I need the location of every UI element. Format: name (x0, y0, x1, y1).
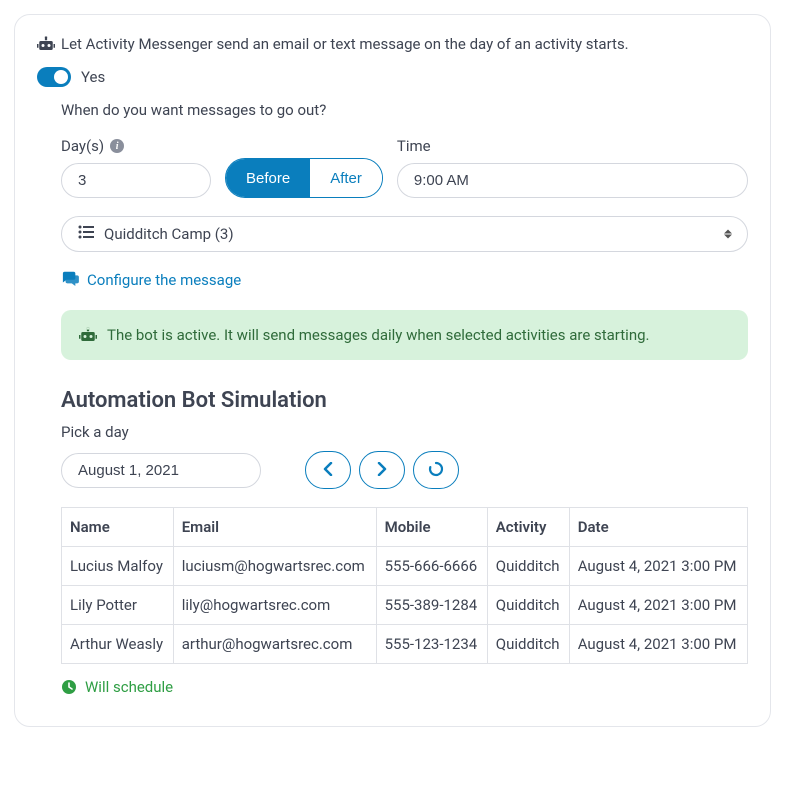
configure-link-text: Configure the message (87, 271, 241, 289)
table-row: Lily Potter lily@hogwartsrec.com 555-389… (62, 586, 748, 625)
robot-icon (37, 36, 55, 52)
sim-nav-group (305, 451, 459, 489)
after-button[interactable]: After (310, 159, 382, 197)
cell-mobile: 555-389-1284 (376, 586, 487, 625)
cell-activity: Quidditch (487, 547, 569, 586)
robot-icon (79, 327, 97, 343)
th-mobile: Mobile (376, 508, 487, 547)
time-field: Time (397, 137, 748, 198)
cell-date: August 4, 2021 3:00 PM (569, 547, 747, 586)
before-button[interactable]: Before (226, 159, 310, 197)
time-input[interactable] (397, 163, 748, 198)
table-row: Arthur Weasly arthur@hogwartsrec.com 555… (62, 625, 748, 664)
intro-line: Let Activity Messenger send an email or … (37, 35, 748, 53)
cell-mobile: 555-666-6666 (376, 547, 487, 586)
chevron-right-icon (377, 462, 387, 479)
refresh-icon (428, 461, 444, 480)
toggle-label: Yes (81, 68, 105, 86)
chevron-left-icon (323, 462, 333, 479)
pick-day-label: Pick a day (61, 423, 748, 441)
settings-card: Let Activity Messenger send an email or … (14, 14, 771, 727)
days-label: Day(s) i (61, 137, 211, 155)
bot-active-alert: The bot is active. It will send messages… (61, 310, 748, 360)
activity-select-value: Quidditch Camp (3) (104, 225, 234, 243)
before-after-segmented: Before After (225, 158, 383, 198)
intro-text: Let Activity Messenger send an email or … (61, 35, 629, 53)
cell-email: luciusm@hogwartsrec.com (173, 547, 376, 586)
days-input[interactable] (61, 163, 211, 198)
simulation-table: Name Email Mobile Activity Date Lucius M… (61, 507, 748, 664)
cell-mobile: 555-123-1234 (376, 625, 487, 664)
days-field: Day(s) i (61, 137, 211, 198)
table-header-row: Name Email Mobile Activity Date (62, 508, 748, 547)
th-date: Date (569, 508, 747, 547)
alert-text: The bot is active. It will send messages… (107, 326, 649, 344)
cell-name: Lily Potter (62, 586, 174, 625)
cell-activity: Quidditch (487, 625, 569, 664)
cell-name: Arthur Weasly (62, 625, 174, 664)
status-text: Will schedule (85, 678, 173, 696)
toggle-row: Yes (37, 67, 748, 87)
cell-name: Lucius Malfoy (62, 547, 174, 586)
activity-select-row: Quidditch Camp (3) (61, 216, 748, 252)
cell-email: lily@hogwartsrec.com (173, 586, 376, 625)
simulation-title: Automation Bot Simulation (61, 388, 748, 413)
configure-message-link[interactable]: Configure the message (61, 270, 748, 290)
prev-button[interactable] (305, 451, 351, 489)
cell-email: arthur@hogwartsrec.com (173, 625, 376, 664)
cell-activity: Quidditch (487, 586, 569, 625)
when-prompt: When do you want messages to go out? (61, 101, 748, 119)
chevron-updown-icon (724, 230, 732, 239)
th-activity: Activity (487, 508, 569, 547)
simulation-controls (61, 451, 748, 489)
list-icon (78, 225, 94, 243)
clock-icon (61, 679, 77, 695)
sim-date-input[interactable] (61, 453, 261, 488)
th-email: Email (173, 508, 376, 547)
table-row: Lucius Malfoy luciusm@hogwartsrec.com 55… (62, 547, 748, 586)
comments-icon (61, 270, 79, 290)
cell-date: August 4, 2021 3:00 PM (569, 625, 747, 664)
cell-date: August 4, 2021 3:00 PM (569, 586, 747, 625)
activity-select[interactable]: Quidditch Camp (3) (61, 216, 748, 252)
next-button[interactable] (359, 451, 405, 489)
active-toggle[interactable] (37, 67, 71, 87)
status-row: Will schedule (61, 678, 748, 696)
time-label: Time (397, 137, 748, 155)
timing-row: Day(s) i Before After Time (61, 137, 748, 198)
refresh-button[interactable] (413, 451, 459, 489)
th-name: Name (62, 508, 174, 547)
info-icon[interactable]: i (110, 139, 124, 153)
